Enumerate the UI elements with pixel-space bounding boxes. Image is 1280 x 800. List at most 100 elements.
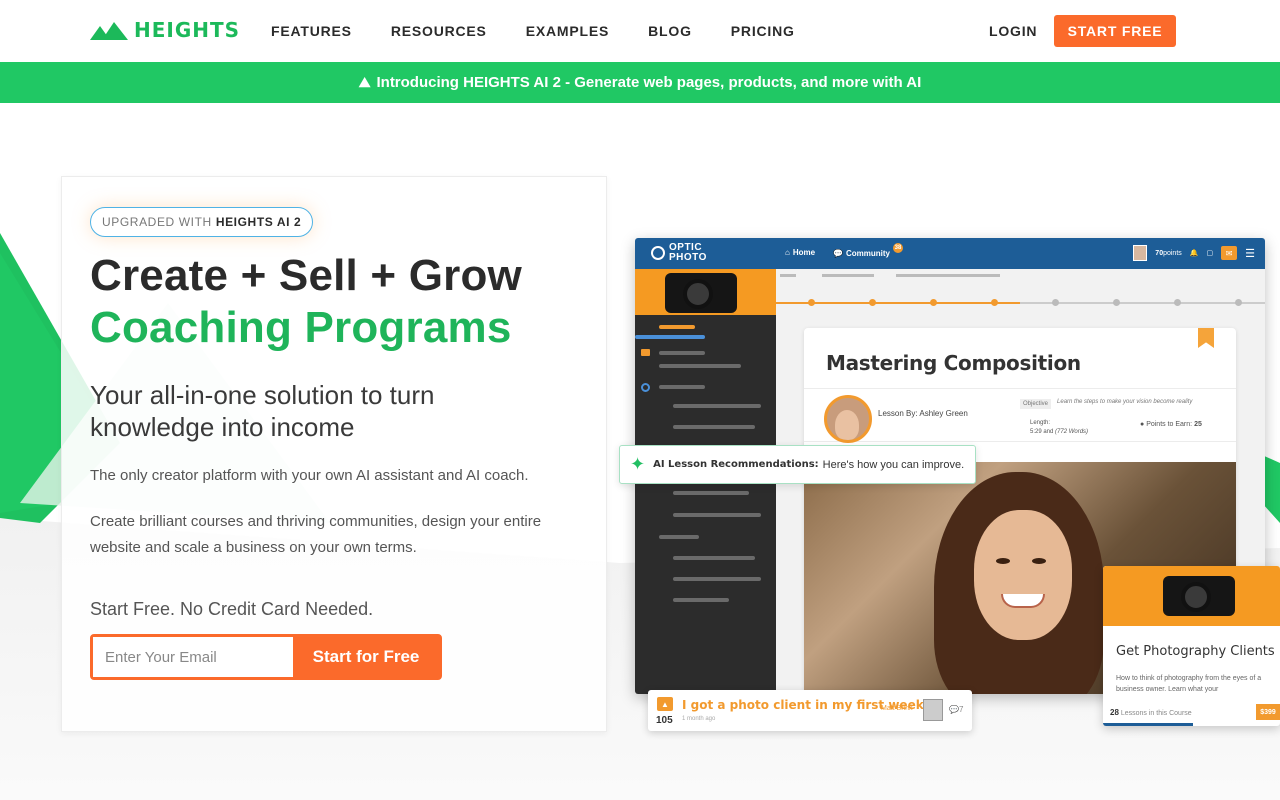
post-timestamp: 1 month ago <box>682 716 716 722</box>
progress-step[interactable] <box>808 299 815 306</box>
sidebar-row[interactable] <box>673 491 749 495</box>
ai-popup-text: Here's how you can improve. <box>822 458 965 471</box>
sidebar-row[interactable] <box>659 325 695 329</box>
community-post-card[interactable]: ▲ 105 I got a photo client in my first w… <box>648 690 972 731</box>
progress-label <box>780 274 796 277</box>
pill-prefix: UPGRADED WITH <box>102 215 212 229</box>
app-nav-community[interactable]: 💬 Community 38 <box>833 243 903 258</box>
course-card-image <box>1103 566 1280 626</box>
objective-text: Learn the steps to make your vision beco… <box>1057 399 1193 405</box>
course-lessons-label: Lessons in this Course <box>1120 710 1192 717</box>
app-brand: OPTIC PHOTO <box>651 243 707 263</box>
no-credit-card-note: Start Free. No Credit Card Needed. <box>90 599 374 619</box>
progress-step[interactable] <box>869 299 876 306</box>
progress-step[interactable] <box>1052 299 1059 306</box>
brand-name: HEIGHTS <box>134 18 241 42</box>
progress-step[interactable] <box>991 299 998 306</box>
post-author-avatar <box>923 699 943 721</box>
progress-step[interactable] <box>1113 299 1120 306</box>
user-avatar[interactable] <box>1133 245 1148 261</box>
nav-blog[interactable]: BLOG <box>648 23 692 39</box>
length-label: Length: <box>1030 420 1051 426</box>
lesson-objective: Objective Learn the steps to make your v… <box>1020 399 1192 409</box>
post-comments: 💬7 <box>949 705 963 714</box>
hero-headline-accent: Coaching Programs <box>90 303 512 352</box>
menu-icon[interactable]: ☰ <box>1245 247 1255 260</box>
hero-paragraph-2: Create brilliant courses and thriving co… <box>90 513 542 556</box>
objective-tag: Objective <box>1020 399 1052 409</box>
lesson-title: Mastering Composition <box>826 351 1081 375</box>
comment-icon: 💬 <box>949 705 959 714</box>
circle-icon <box>641 383 650 392</box>
main-nav: FEATURES RESOURCES EXAMPLES BLOG PRICING <box>271 23 834 39</box>
lesson-points: ● Points to Earn: 25 <box>1140 421 1202 428</box>
sidebar-row[interactable] <box>673 404 761 408</box>
ai-recommendation-popup[interactable]: ✦ AI Lesson Recommendations: Here's how … <box>619 445 976 484</box>
course-card[interactable]: Get Photography Clients How to think of … <box>1103 566 1280 726</box>
app-nav-home[interactable]: ⌂ Home <box>785 248 815 257</box>
length-words: (772 Words) <box>1055 429 1089 435</box>
sidebar-row[interactable] <box>673 577 761 581</box>
progress-step[interactable] <box>1174 299 1181 306</box>
chat-icon[interactable]: ▢ <box>1207 249 1214 257</box>
bell-icon[interactable]: 🔔 <box>1190 249 1199 257</box>
start-for-free-button[interactable]: Start for Free <box>293 637 439 677</box>
sidebar-row[interactable] <box>673 425 755 429</box>
app-topbar: OPTIC PHOTO ⌂ Home 💬 Community 38 70poin… <box>635 238 1265 269</box>
email-input[interactable] <box>93 637 293 677</box>
folder-icon <box>641 349 650 356</box>
mail-icon[interactable]: ✉ <box>1221 246 1238 260</box>
nav-examples[interactable]: EXAMPLES <box>526 23 609 39</box>
course-price: $399 <box>1256 704 1280 720</box>
announcement-banner[interactable]: ⛰ Introducing HEIGHTS AI 2 - Generate we… <box>0 62 1280 103</box>
bookmark-icon[interactable] <box>1198 328 1214 348</box>
sidebar-row[interactable] <box>673 513 761 517</box>
lesson-author: Lesson By: Ashley Green <box>878 409 968 418</box>
sidebar-row[interactable] <box>673 556 755 560</box>
camera-image <box>665 273 737 313</box>
sidebar-row[interactable] <box>659 535 699 539</box>
progress-step[interactable] <box>1235 299 1242 306</box>
points-value: 25 <box>1194 421 1202 428</box>
start-free-button[interactable]: START FREE <box>1054 15 1176 47</box>
hero-subheading: Your all-in-one solution to turn knowled… <box>90 380 435 442</box>
home-icon: ⌂ <box>785 248 790 257</box>
course-lesson-count: 28 Lessons in this Course <box>1110 708 1192 717</box>
nav-features[interactable]: FEATURES <box>271 23 352 39</box>
sparkle-icon: ✦ <box>630 454 646 474</box>
banner-text: Introducing HEIGHTS AI 2 - Generate web … <box>376 74 922 91</box>
progress-label <box>896 274 1000 277</box>
course-card-title: Get Photography Clients <box>1116 644 1275 659</box>
login-link[interactable]: LOGIN <box>989 23 1037 39</box>
signup-form: Start for Free <box>90 634 442 680</box>
app-nav-community-label: Community <box>845 248 890 258</box>
nav-pricing[interactable]: PRICING <box>731 23 795 39</box>
app-brand-line2: PHOTO <box>669 252 707 263</box>
user-points: 70points <box>1155 249 1182 257</box>
sidebar-row[interactable] <box>659 351 705 355</box>
instructor-avatar <box>824 395 872 443</box>
progress-step[interactable] <box>930 299 937 306</box>
sidebar-row[interactable] <box>659 385 705 389</box>
course-card-desc: How to think of photography from the eye… <box>1116 675 1262 693</box>
hero-paragraph-1: The only creator platform with your own … <box>90 467 529 484</box>
sidebar-progress <box>635 335 705 339</box>
lesson-length: Length: 5:29 and (772 Words) <box>1030 419 1088 437</box>
post-comment-count: 7 <box>958 705 964 714</box>
heights-logo-icon <box>90 22 128 40</box>
app-user-area: 70points 🔔 ▢ ✉ ☰ <box>1133 245 1255 261</box>
aperture-icon <box>651 246 665 260</box>
top-navigation: HEIGHTS FEATURES RESOURCES EXAMPLES BLOG… <box>0 0 1280 62</box>
points-label: Points to Earn: <box>1146 421 1193 428</box>
sidebar-row[interactable] <box>673 598 729 602</box>
lesson-progress <box>776 269 1265 309</box>
nav-resources[interactable]: RESOURCES <box>391 23 487 39</box>
course-thumbnail <box>635 269 776 315</box>
sidebar-row[interactable] <box>659 364 741 368</box>
length-value: 5:29 and <box>1030 429 1054 435</box>
brand-logo[interactable]: HEIGHTS <box>90 18 240 42</box>
ai-upgrade-pill: UPGRADED WITH HEIGHTS AI 2 <box>90 207 314 237</box>
app-nav-home-label: Home <box>792 248 816 257</box>
upvote-icon[interactable]: ▲ <box>657 697 673 711</box>
pill-strong: HEIGHTS AI 2 <box>215 215 302 229</box>
